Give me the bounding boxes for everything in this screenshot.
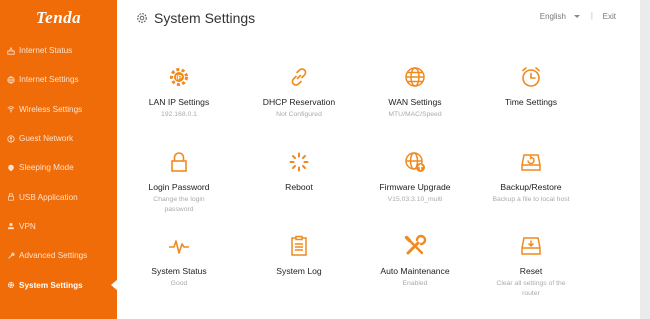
sidebar-item-vpn[interactable]: VPN [0,212,117,241]
pulse-icon [124,232,234,258]
backup-icon [476,148,586,174]
tile-label: Backup/Restore [500,182,562,192]
tile-label: Time Settings [504,97,558,107]
tile-subtitle: V15.03.3.10_multi [387,196,443,203]
sidebar-item-label: VPN [19,221,36,231]
page-title: System Settings [154,10,256,26]
vpn-icon [6,222,15,231]
language-select[interactable]: English [540,12,566,21]
tile-label: LAN IP Settings [148,97,210,107]
sidebar-item-label: USB Application [19,192,78,202]
sidebar-item-internet-settings[interactable]: Internet Settings [0,65,117,94]
tile-label: Firmware Upgrade [379,182,451,192]
globe-icon [360,63,470,89]
lock-icon [124,148,234,174]
tile-subtitle: Backup a file to local host [492,196,570,203]
sidebar-item-internet-status[interactable]: Internet Status [0,36,117,65]
tile-firmware-upgrade[interactable]: Firmware Upgrade V15.03.3.10_multi [360,148,470,205]
tile-dhcp-reservation[interactable]: DHCP Reservation Not Configured [244,63,354,120]
globe-icon [6,75,15,84]
sidebar-item-label: Internet Status [19,46,73,56]
internet-status-icon [6,46,15,55]
usb-icon [6,193,15,202]
tile-subtitle: Enabled [402,280,428,287]
tenda-logo: Tenda [35,8,82,27]
tile-reboot[interactable]: Reboot [244,148,354,195]
tile-time-settings[interactable]: Time Settings [476,63,586,110]
sleep-icon [6,163,15,172]
tile-subtitle: Good [170,280,188,287]
wifi-icon [6,105,15,114]
sidebar-item-advanced-settings[interactable]: Advanced Settings [0,241,117,270]
sidebar-item-wireless-settings[interactable]: Wireless Settings [0,95,117,124]
settings-gear-icon [136,12,148,24]
reset-icon [476,232,586,258]
sidebar-item-label: System Settings [19,280,83,290]
log-icon [244,232,354,258]
sidebar-item-system-settings[interactable]: System Settings [0,270,118,299]
chevron-down-icon[interactable] [574,15,580,18]
sidebar-item-sleeping-mode[interactable]: Sleeping Mode [0,153,117,182]
tile-subtitle: Not Configured [276,111,322,118]
header-divider: | [590,11,593,20]
tile-label: Reboot [285,182,313,192]
tile-login-password[interactable]: Login Password Change the login password [124,148,234,215]
tile-label: Auto Maintenance [380,266,450,276]
tile-reset[interactable]: Reset Clear all settings of the router [476,232,586,299]
sidebar-item-label: Wireless Settings [19,104,83,114]
settings-grid: IP LAN IP Settings 192.168.0.1 DHCP Rese… [117,36,640,319]
sidebar-item-label: Advanced Settings [19,251,88,261]
clock-icon [476,63,586,89]
tile-label: System Log [276,266,322,276]
tile-backup-restore[interactable]: Backup/Restore Backup a file to local ho… [476,148,586,205]
scrollbar[interactable] [640,0,650,319]
lan-ip-icon: IP [124,63,234,89]
tile-lan-ip-settings[interactable]: IP LAN IP Settings 192.168.0.1 [124,63,234,120]
sidebar-item-label: Guest Network [19,134,74,144]
link-icon [244,63,354,89]
tile-label: DHCP Reservation [262,97,336,107]
sidebar: Tenda Internet Status Internet Settings … [0,0,118,319]
tile-label: Reset [519,266,543,276]
tile-subtitle: Clear all settings of the router [496,280,566,297]
tools-icon [360,232,470,258]
tile-subtitle: Change the login password [153,196,205,213]
tile-label: Login Password [148,182,210,192]
sidebar-item-usb-application[interactable]: USB Application [0,182,117,211]
reboot-icon [244,148,354,174]
exit-link[interactable]: Exit [603,12,616,21]
sidebar-item-label: Internet Settings [19,75,79,85]
sidebar-item-label: Sleeping Mode [19,163,74,173]
tile-label: WAN Settings [388,97,442,107]
gear-icon [6,281,15,290]
tile-system-status[interactable]: System Status Good [124,232,234,289]
page-header: System Settings English | Exit [117,0,640,36]
tile-wan-settings[interactable]: WAN Settings MTU/MAC/Speed [360,63,470,120]
wrench-icon [6,251,15,260]
firmware-upgrade-icon [360,148,470,174]
tile-label: System Status [151,266,207,276]
tile-system-log[interactable]: System Log [244,232,354,279]
tile-auto-maintenance[interactable]: Auto Maintenance Enabled [360,232,470,289]
tile-subtitle: MTU/MAC/Speed [388,111,442,118]
svg-text:IP: IP [176,75,183,82]
sidebar-item-guest-network[interactable]: Guest Network [0,124,117,153]
guest-icon [6,134,15,143]
tile-subtitle: 192.168.0.1 [161,111,197,118]
